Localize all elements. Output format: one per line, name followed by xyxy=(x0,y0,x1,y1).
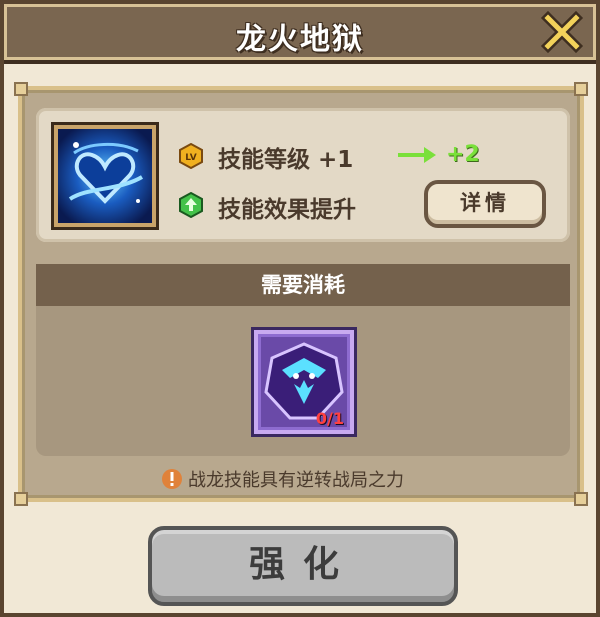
close-icon[interactable] xyxy=(540,10,584,54)
tip-text: 战龙技能具有逆转战局之力 xyxy=(188,470,404,491)
frame-corner-ornament xyxy=(574,82,588,96)
cost-header: 需要消耗 xyxy=(36,264,570,306)
detail-button[interactable]: 详情 xyxy=(424,180,546,228)
effect-up-icon xyxy=(179,192,203,218)
frame-corner-ornament xyxy=(14,492,28,506)
next-level-value: +2 xyxy=(446,142,480,167)
dialog-title: 龙火地狱 xyxy=(236,22,364,57)
exclamation-icon xyxy=(162,469,182,489)
material-item-slot[interactable]: 0/1 xyxy=(254,330,354,434)
skill-icon xyxy=(54,125,156,227)
level-badge-icon: LV xyxy=(179,143,203,169)
svg-text:LV: LV xyxy=(185,153,196,163)
arrow-right-icon xyxy=(398,147,436,163)
frame-corner-ornament xyxy=(14,82,28,96)
enhance-button[interactable]: 强化 xyxy=(148,526,458,606)
frame-corner-ornament xyxy=(574,492,588,506)
skill-level-text: 技能等级 +1 xyxy=(218,147,354,173)
title-bar: 龙火地狱 xyxy=(4,4,596,64)
item-count: 0/1 xyxy=(315,409,344,428)
skill-effect-text: 技能效果提升 xyxy=(218,197,356,223)
